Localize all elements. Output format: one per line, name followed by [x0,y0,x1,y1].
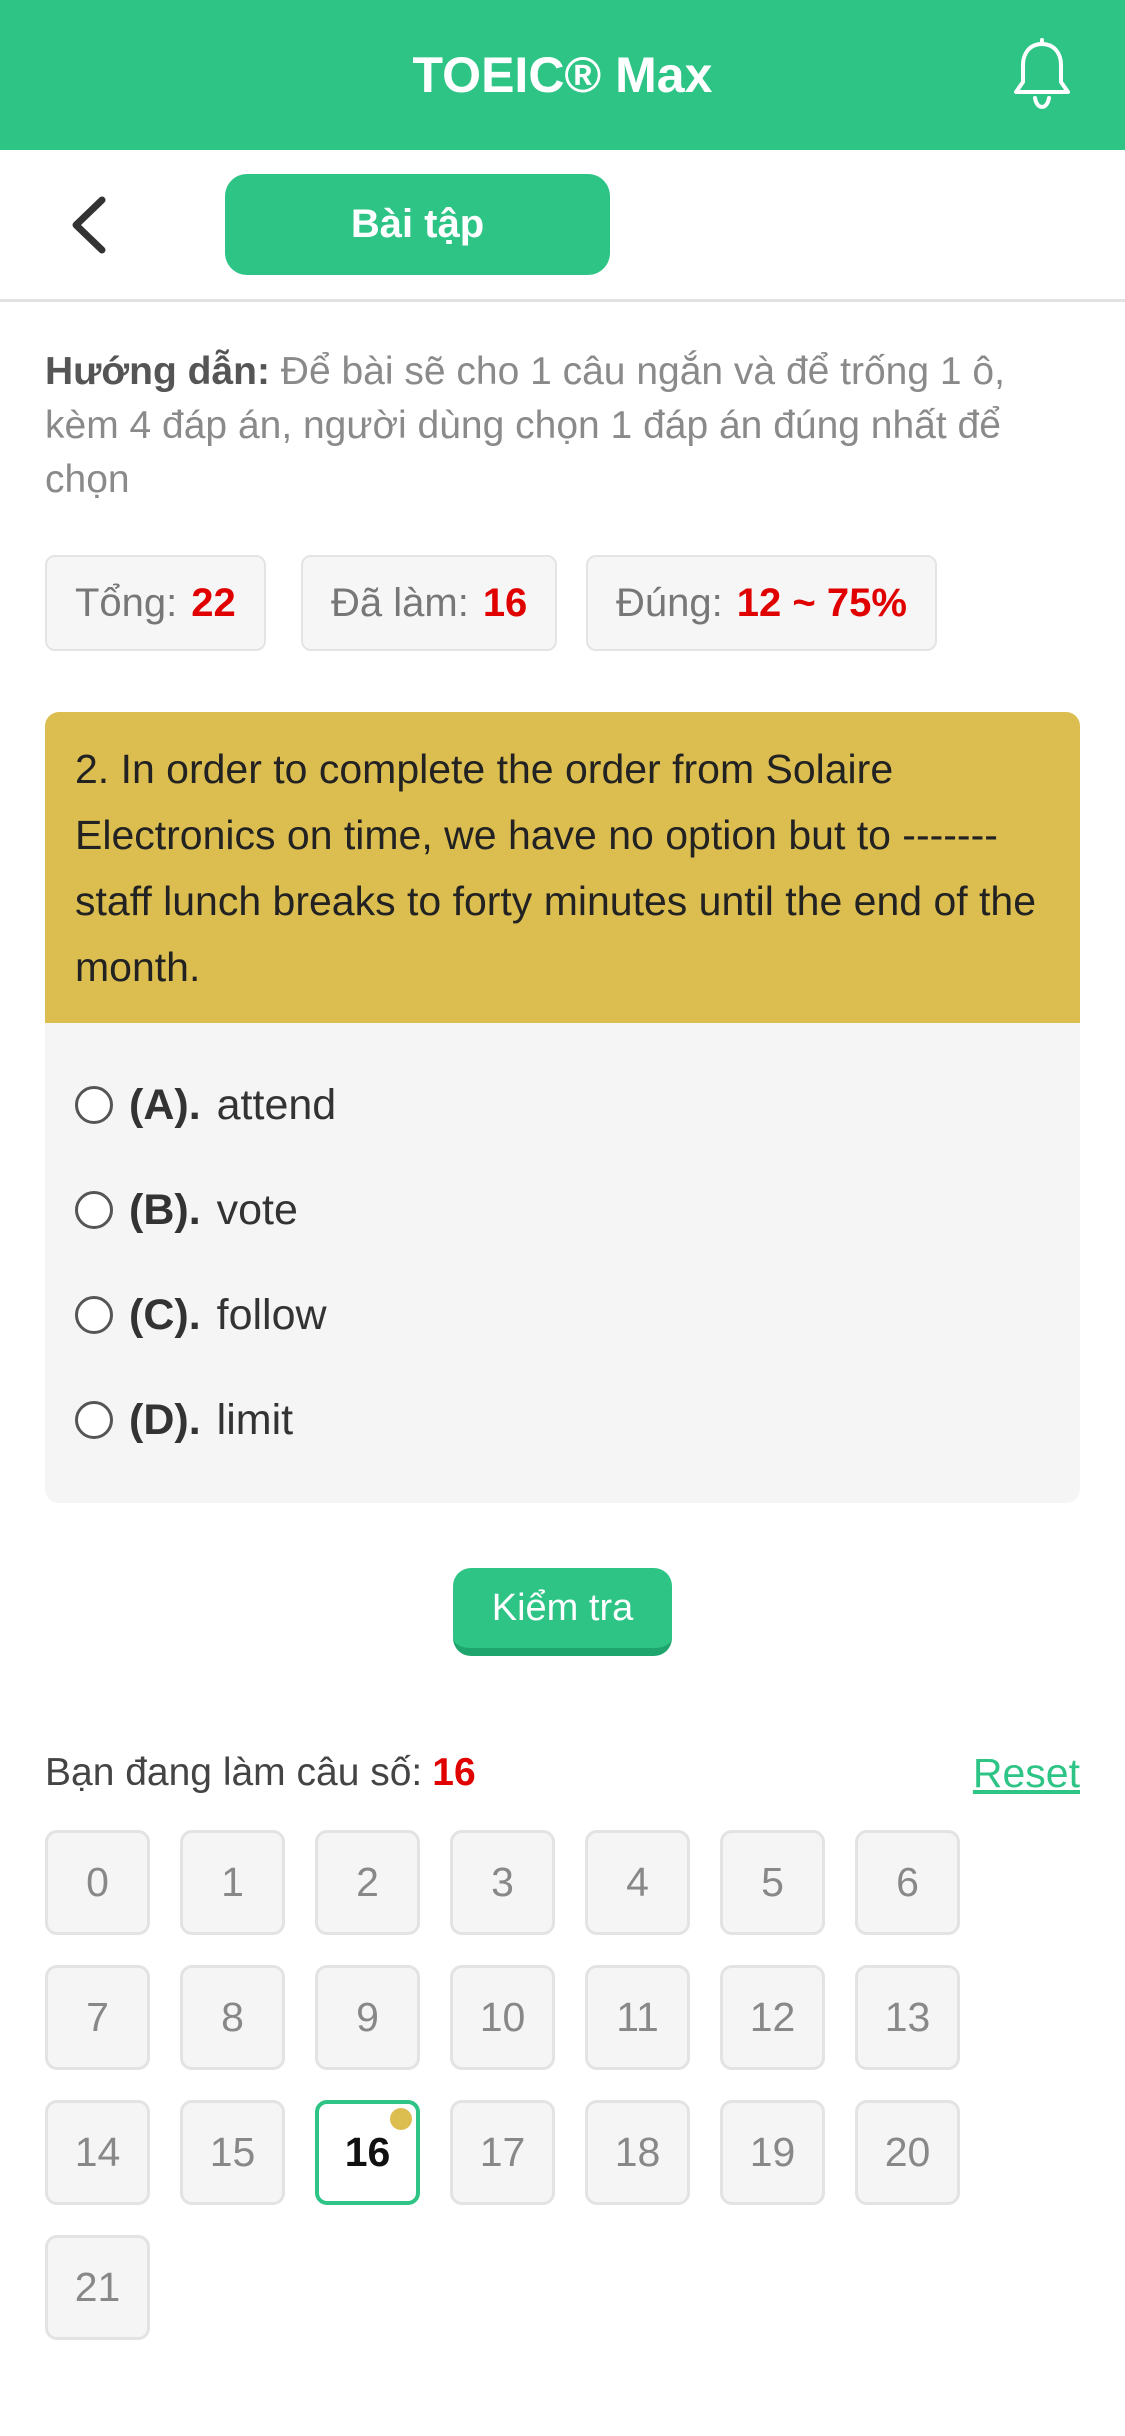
question-number-button[interactable]: 4 [585,1830,690,1935]
stat-correct: Đúng: 12 ~ 75% [586,555,937,651]
question-number-button[interactable]: 8 [180,1965,285,2070]
question-number-label: 16 [344,2129,391,2175]
question-number-button[interactable]: 16 [315,2100,420,2205]
option-d[interactable]: (D). limit [75,1385,293,1455]
stat-done: Đã làm: 16 [301,555,558,651]
current-marker-dot [390,2108,412,2130]
question-number-button[interactable]: 6 [855,1830,960,1935]
tab-exercise[interactable]: Bài tập [225,174,610,275]
question-number-button[interactable]: 14 [45,2100,150,2205]
question-number-button[interactable]: 21 [45,2235,150,2340]
option-c[interactable]: (C). follow [75,1280,327,1350]
option-a[interactable]: (A). attend [75,1070,336,1140]
question-number-button[interactable]: 12 [720,1965,825,2070]
question-number-button[interactable]: 18 [585,2100,690,2205]
question-grid: 0 1 2 3 4 5 6 7 8 9 10 11 12 13 14 15 16 17 18 19 20 21 [45,1830,1085,2340]
bell-icon[interactable] [1010,38,1074,112]
stat-correct-value: 12 ~ 75% [736,581,907,625]
option-letter: (A). [129,1081,201,1129]
question-number-button[interactable]: 7 [45,1965,150,2070]
option-text: attend [216,1081,337,1129]
radio-button[interactable] [75,1400,113,1439]
option-text: follow [216,1291,327,1339]
question-number-button[interactable]: 20 [855,2100,960,2205]
stat-done-value: 16 [482,581,528,625]
answer-options: (A). attend (B). vote (C). follow (D). limit [45,1023,1080,1503]
radio-button[interactable] [75,1085,113,1124]
reset-link[interactable]: Reset [960,1745,1080,1801]
app-title: TOEIC® Max [412,47,713,103]
progress-label: Bạn đang làm câu số: [45,1751,423,1794]
option-text: limit [216,1396,294,1444]
question-number-button[interactable]: 0 [45,1830,150,1935]
stat-total-value: 22 [191,581,236,625]
instructions: Hướng dẫn: Để bài sẽ cho 1 câu ngắn và đ… [45,345,1085,507]
option-letter: (B). [129,1186,201,1234]
question-number-button[interactable]: 5 [720,1830,825,1935]
question-number-button[interactable]: 9 [315,1965,420,2070]
question-number-button[interactable]: 15 [180,2100,285,2205]
chevron-left-icon[interactable] [62,190,122,260]
option-b[interactable]: (B). vote [75,1175,298,1245]
question-number-button[interactable]: 11 [585,1965,690,2070]
progress-current: 16 [432,1751,476,1794]
stat-total-label: Tổng: [75,581,178,625]
question-number-button[interactable]: 10 [450,1965,555,2070]
stat-total: Tổng: 22 [45,555,266,651]
progress-indicator: Bạn đang làm câu số: 16 [45,1745,476,1801]
question-text: 2. In order to complete the order from S… [45,712,1080,1023]
question-number-button[interactable]: 3 [450,1830,555,1935]
check-button[interactable]: Kiểm tra [453,1568,672,1656]
option-letter: (D). [129,1396,201,1444]
stat-correct-label: Đúng: [616,581,723,625]
radio-button[interactable] [75,1295,113,1334]
option-text: vote [216,1186,298,1234]
question-number-button[interactable]: 2 [315,1830,420,1935]
question-number-button[interactable]: 1 [180,1830,285,1935]
app-header: TOEIC® Max [0,0,1125,150]
question-number-button[interactable]: 17 [450,2100,555,2205]
instructions-label: Hướng dẫn: [45,350,270,393]
option-letter: (C). [129,1291,201,1339]
stat-done-label: Đã làm: [331,581,469,625]
radio-button[interactable] [75,1190,113,1229]
sub-header: Bài tập [0,150,1125,302]
question-number-button[interactable]: 13 [855,1965,960,2070]
question-number-button[interactable]: 19 [720,2100,825,2205]
